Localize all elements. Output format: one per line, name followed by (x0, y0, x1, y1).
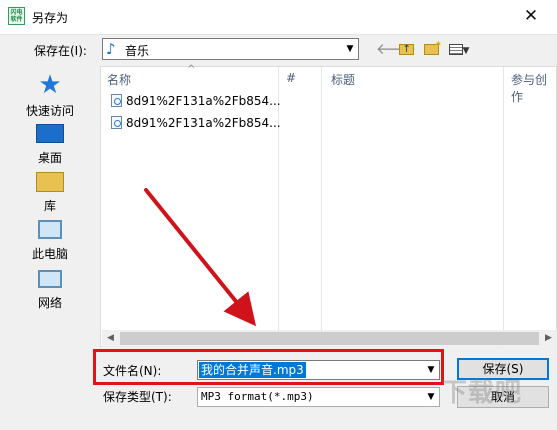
place-label: 库 (43, 199, 56, 213)
folder-up-icon (398, 41, 414, 59)
chevron-down-icon[interactable]: ▼ (423, 388, 439, 406)
close-button[interactable]: ✕ (515, 6, 547, 28)
up-one-level-button[interactable] (397, 40, 415, 59)
computer-icon (38, 220, 62, 239)
view-grid-icon (448, 44, 463, 55)
place-network[interactable]: 网络 (14, 270, 86, 311)
sort-ascending-icon: ^ (187, 64, 196, 75)
place-quick-access[interactable]: ★ 快速访问 (14, 72, 86, 119)
list-item[interactable]: 8d91%2F131a%2Fb854... (111, 92, 281, 110)
filetype-value: MP3 format(*.mp3) (201, 390, 314, 403)
music-note-icon: ♪ (106, 40, 116, 58)
place-library[interactable]: 库 (14, 172, 86, 214)
horizontal-scrollbar[interactable]: ◀ ▶ (102, 330, 557, 347)
library-icon (36, 172, 64, 192)
place-label: 桌面 (37, 151, 62, 165)
chevron-down-icon: ▼ (462, 46, 470, 56)
new-folder-button[interactable] (421, 36, 442, 58)
place-label: 此电脑 (31, 247, 68, 261)
star-icon: ★ (38, 70, 62, 100)
column-header-name[interactable]: 名称 (107, 71, 131, 88)
back-button[interactable]: 🡐 (376, 40, 416, 58)
file-name: 8d91%2F131a%2Fb854... (126, 94, 281, 108)
scroll-left-icon[interactable]: ◀ (102, 330, 119, 347)
app-logo-icon: 闪电 软件 (8, 7, 25, 25)
chevron-down-icon[interactable]: ▼ (341, 39, 358, 59)
place-this-pc[interactable]: 此电脑 (14, 220, 86, 262)
view-menu-button[interactable]: ▼ (446, 40, 472, 58)
list-item[interactable]: 8d91%2F131a%2Fb854... (111, 114, 281, 132)
column-header-number[interactable]: # (286, 71, 296, 85)
watermark: 下载吧 (441, 378, 523, 408)
audio-file-icon (111, 94, 122, 107)
annotation-highlight-box (93, 349, 444, 385)
place-label: 网络 (37, 296, 62, 310)
place-desktop[interactable]: 桌面 (14, 124, 86, 166)
new-folder-icon (423, 36, 442, 55)
window-title: 另存为 (32, 11, 69, 25)
column-divider[interactable] (321, 67, 322, 348)
save-in-value: 音乐 (125, 44, 150, 58)
save-in-label: 保存在(I): (34, 44, 87, 58)
column-header-title[interactable]: 标题 (331, 71, 355, 88)
scrollbar-thumb[interactable] (120, 332, 539, 345)
scroll-right-icon[interactable]: ▶ (540, 330, 557, 347)
column-divider[interactable] (503, 67, 504, 348)
place-label: 快速访问 (25, 104, 74, 118)
filetype-label: 保存类型(T): (103, 390, 172, 404)
file-name: 8d91%2F131a%2Fb854... (126, 116, 281, 130)
title-bar: 闪电 软件 另存为 ✕ (0, 0, 557, 34)
network-icon (38, 270, 62, 288)
desktop-icon (36, 124, 64, 143)
file-list[interactable]: ^ 名称 # 标题 参与创作 8d91%2F131a%2Fb854... 8d9… (100, 64, 557, 348)
save-in-dropdown[interactable]: ♪ 音乐 ▼ (102, 38, 359, 60)
column-header-contributing-artist[interactable]: 参与创作 (511, 71, 556, 105)
audio-file-icon (111, 116, 122, 129)
filetype-dropdown[interactable]: MP3 format(*.mp3) ▼ (197, 387, 440, 407)
